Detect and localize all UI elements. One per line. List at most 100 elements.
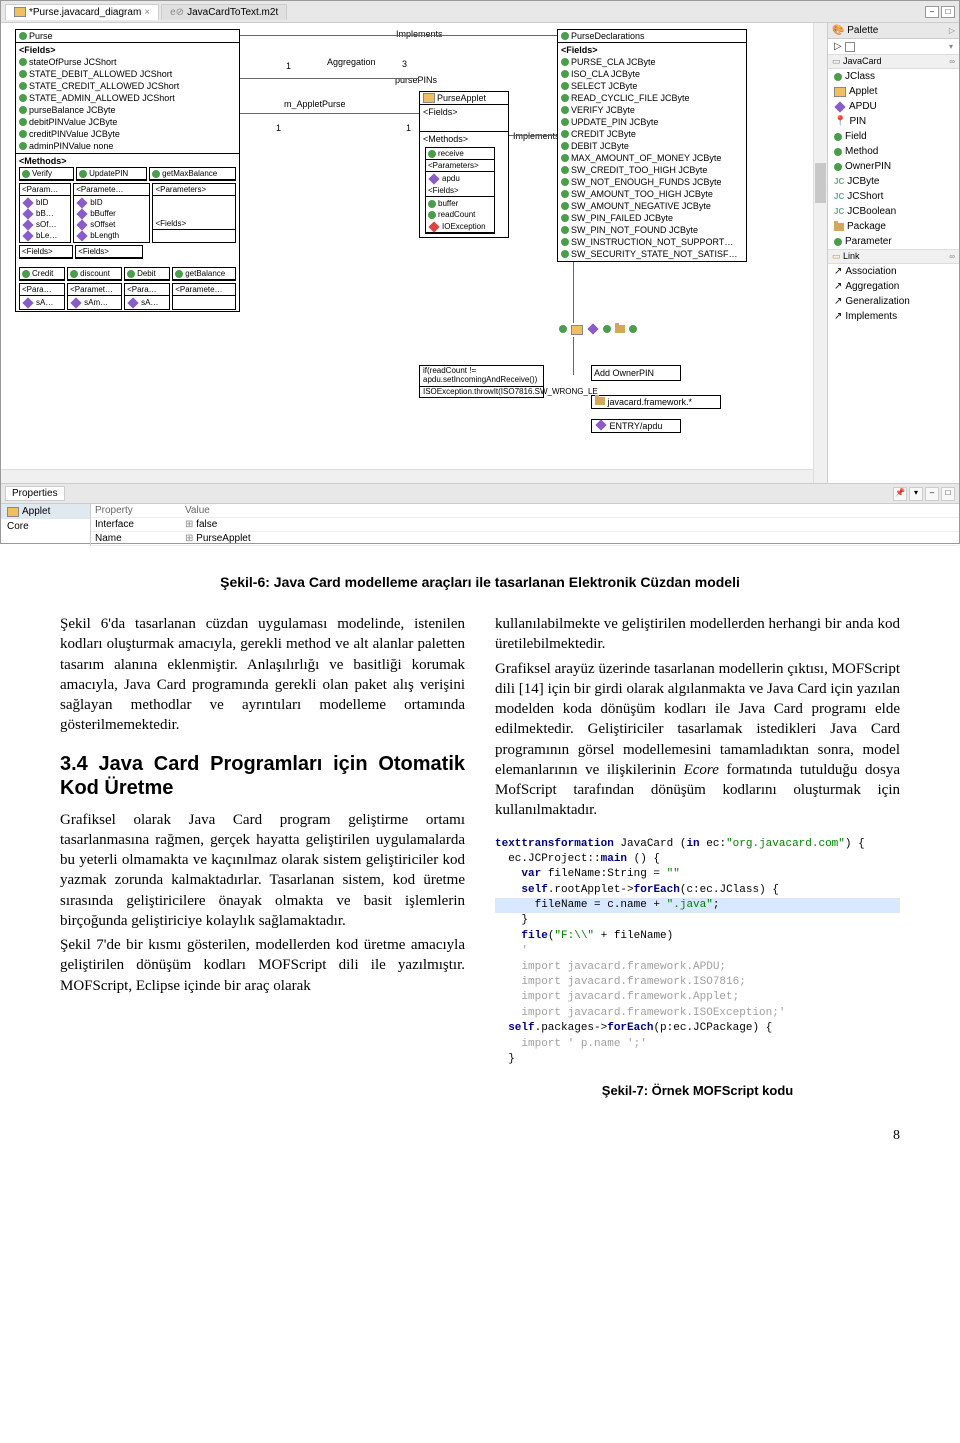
scrollbar-thumb[interactable] [815, 163, 826, 203]
field-row[interactable]: SW_SECURITY_STATE_NOT_SATISF… [561, 248, 743, 260]
params-box[interactable]: <Paramete… [172, 283, 236, 310]
palette-item-jclass[interactable]: JClass [828, 69, 959, 84]
method-updatepin[interactable]: UpdatePIN [76, 167, 147, 181]
field-row[interactable]: VERIFY JCByte [561, 104, 743, 116]
field-row[interactable]: READ_CYCLIC_FILE JCByte [561, 92, 743, 104]
field-row[interactable]: SW_INSTRUCTION_NOT_SUPPORT… [561, 236, 743, 248]
field-row[interactable]: debitPINValue JCByte [19, 116, 236, 128]
scrollbar-vertical[interactable] [813, 23, 827, 483]
maximize-button[interactable]: □ [941, 487, 955, 501]
add-ownerpin-button[interactable]: Add OwnerPIN [591, 365, 681, 381]
palette-item-package[interactable]: Package [828, 219, 959, 234]
params-box[interactable]: <Para…sA… [19, 283, 65, 310]
category-core[interactable]: Core [1, 519, 90, 534]
method-debit[interactable]: Debit [124, 267, 170, 281]
field-row[interactable]: ISO_CLA JCByte [561, 68, 743, 80]
tab-label: JavaCardToText.m2t [187, 7, 278, 18]
palette-item-pin[interactable]: 📍PIN [828, 114, 959, 129]
section-label: <Fields> [19, 44, 236, 56]
applet-icon[interactable] [571, 325, 583, 335]
tab-diagram[interactable]: *Purse.javacard_diagram × [5, 4, 159, 20]
m2t-icon: e⊘ [170, 7, 184, 18]
palette-item-jcboolean[interactable]: JCJCBoolean [828, 204, 959, 219]
field-row[interactable]: SW_NOT_ENOUGH_FUNDS JCByte [561, 176, 743, 188]
palette-item-jcshort[interactable]: JCJCShort [828, 189, 959, 204]
diagram-canvas[interactable]: Implements Aggregation pursePINs m_Apple… [1, 23, 827, 483]
palette-item-apdu[interactable]: APDU [828, 99, 959, 114]
palette-item-implements[interactable]: ↗Implements [828, 309, 959, 324]
field-row[interactable]: stateOfPurse JCShort [19, 56, 236, 68]
prop-value[interactable]: ⊞ PurseApplet [181, 532, 959, 546]
purseapplet-box[interactable]: PurseApplet <Fields> <Methods> receive <… [419, 91, 509, 238]
field-row[interactable]: MAX_AMOUNT_OF_MONEY JCByte [561, 152, 743, 164]
maximize-button[interactable]: □ [941, 6, 955, 18]
palette-item-association[interactable]: ↗Association [828, 264, 959, 279]
field-row[interactable]: SW_AMOUNT_NEGATIVE JCByte [561, 200, 743, 212]
chevron-right-icon[interactable]: ▷ [949, 26, 955, 35]
method-getbalance[interactable]: getBalance [172, 267, 236, 281]
tab-m2t[interactable]: e⊘ JavaCardToText.m2t [161, 4, 287, 20]
field-row[interactable]: creditPINValue JCByte [19, 128, 236, 140]
class-icon[interactable] [559, 325, 567, 333]
purse-class-box[interactable]: Purse <Fields> stateOfPurse JCShort STAT… [15, 29, 240, 312]
palette-item-method[interactable]: Method [828, 144, 959, 159]
minimize-button[interactable]: – [925, 6, 939, 18]
field-row[interactable]: purseBalance JCByte [19, 104, 236, 116]
field-row[interactable]: STATE_CREDIT_ALLOWED JCShort [19, 80, 236, 92]
method-verify[interactable]: Verify [19, 167, 74, 181]
field-row[interactable]: DEBIT JCByte [561, 140, 743, 152]
palette-item-jcbyte[interactable]: JCJCByte [828, 174, 959, 189]
palette-item-ownerpin[interactable]: OwnerPIN [828, 159, 959, 174]
scrollbar-horizontal[interactable] [1, 469, 813, 483]
param-icon[interactable] [629, 325, 637, 333]
package-framework[interactable]: javacard.framework.* [591, 395, 721, 409]
palette-item-applet[interactable]: Applet [828, 84, 959, 99]
category-applet[interactable]: Applet [1, 504, 90, 519]
entry-apdu[interactable]: ENTRY/apdu [591, 419, 681, 433]
field-row[interactable]: STATE_DEBIT_ALLOWED JCShort [19, 68, 236, 80]
palette-item-generalization[interactable]: ↗Generalization [828, 294, 959, 309]
pursedecl-box[interactable]: PurseDeclarations <Fields> PURSE_CLA JCB… [557, 29, 747, 262]
field-row[interactable]: SW_CREDIT_TOO_HIGH JCByte [561, 164, 743, 176]
field-row[interactable]: SW_PIN_FAILED JCByte [561, 212, 743, 224]
field-row[interactable]: PURSE_CLA JCByte [561, 56, 743, 68]
palette-group-link[interactable]: ▭ Link∞ [828, 249, 959, 264]
fields-box[interactable]: <Fields> [75, 245, 142, 259]
prop-value[interactable]: ⊞ false [181, 518, 959, 532]
view-menu-button[interactable]: ▾ [909, 487, 923, 501]
field-text: STATE_CREDIT_ALLOWED JCShort [29, 80, 179, 92]
pin-button[interactable]: 📌 [893, 487, 907, 501]
palette-item-aggregation[interactable]: ↗Aggregation [828, 279, 959, 294]
field-row[interactable]: adminPINValue none [19, 140, 236, 152]
palette-group-javacard[interactable]: ▭ JavaCard∞ [828, 54, 959, 69]
minimize-button[interactable]: – [925, 487, 939, 501]
field-row[interactable]: STATE_ADMIN_ALLOWED JCShort [19, 92, 236, 104]
tab-properties[interactable]: Properties [5, 486, 65, 501]
package-icon[interactable] [615, 325, 625, 333]
method-getmaxbalance[interactable]: getMaxBalance [149, 167, 236, 181]
field-row[interactable]: CREDIT JCByte [561, 128, 743, 140]
receive-method[interactable]: receive <Parameters> apdu <Fields> buffe… [425, 147, 495, 234]
fields-box[interactable]: <Fields> [19, 245, 73, 259]
params-box[interactable]: <Paramete… bID bBuffer sOffset bLength [73, 183, 150, 243]
method-icon[interactable] [603, 325, 611, 333]
field-row[interactable]: SW_AMOUNT_TOO_HIGH JCByte [561, 188, 743, 200]
params-box[interactable]: <Parameters> <Fields> [152, 183, 236, 243]
palette-item-field[interactable]: Field [828, 129, 959, 144]
params-box[interactable]: <Param… bID bB… sOf… bLe… [19, 183, 71, 243]
palette-select-tool[interactable]: ▷▾ [828, 39, 959, 54]
close-icon[interactable]: × [144, 7, 150, 18]
param-icon [22, 208, 33, 219]
method-credit[interactable]: Credit [19, 267, 65, 281]
method-discount[interactable]: discount [67, 267, 122, 281]
field-row[interactable]: SELECT JCByte [561, 80, 743, 92]
apdu-icon[interactable] [587, 323, 598, 334]
param-text: bID [36, 197, 48, 208]
params-box[interactable]: <Para…sA… [124, 283, 170, 310]
field-row[interactable]: SW_PIN_NOT_FOUND JCByte [561, 224, 743, 236]
if-block-box[interactable]: if(readCount != apdu.setIncomingAndRecei… [419, 365, 544, 398]
palette-item-parameter[interactable]: Parameter [828, 234, 959, 249]
params-box[interactable]: <Paramet…sAm… [67, 283, 122, 310]
field-row[interactable]: UPDATE_PIN JCByte [561, 116, 743, 128]
palette-header[interactable]: 🎨 Palette ▷ [828, 23, 959, 39]
